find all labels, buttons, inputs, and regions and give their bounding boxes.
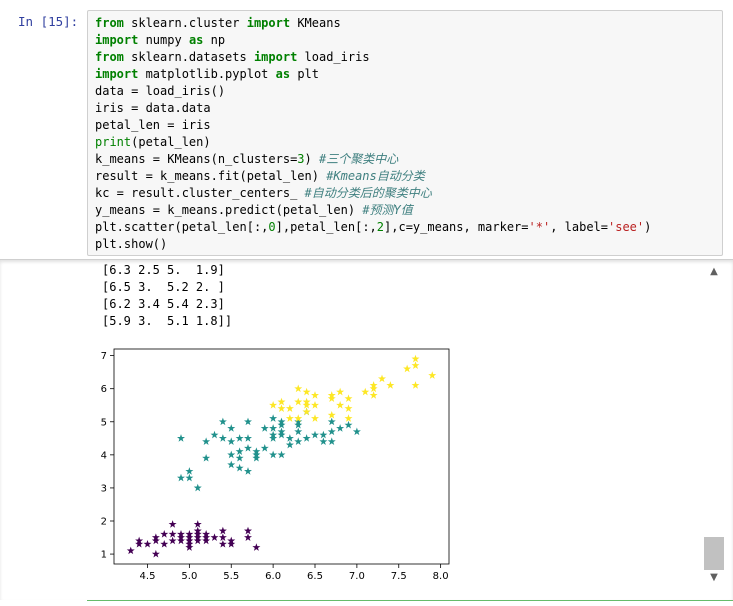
x-tick-label: 8.0 (433, 571, 449, 582)
code-line: k_means = KMeans(n_clusters=3) #三个聚类中心 (95, 152, 399, 166)
scroll-down-icon[interactable]: ▼ (704, 572, 724, 588)
code-line: result = k_means.fit(petal_len) #Kmeans自… (95, 169, 425, 183)
x-tick-label: 7.5 (391, 571, 407, 582)
code-line: from sklearn.cluster import KMeans (95, 16, 341, 30)
scrollbar-thumb[interactable] (704, 537, 724, 570)
code-line: print(petal_len) (95, 135, 211, 149)
scroll-up-icon[interactable]: ▲ (704, 266, 724, 282)
y-tick-label: 4 (101, 450, 107, 461)
code-line: iris = data.data (95, 101, 211, 115)
y-tick-label: 5 (101, 417, 107, 428)
x-tick-label: 4.5 (140, 571, 156, 582)
output-text: [6.3 2.5 5. 1.9] [6.5 3. 5.2 2. ] [6.2 3… (102, 262, 232, 330)
code-line: data = load_iris() (95, 84, 226, 98)
output-line: [6.3 2.5 5. 1.9] (102, 263, 225, 277)
x-tick-label: 6.5 (307, 571, 323, 582)
code-lines: from sklearn.cluster import KMeans impor… (95, 15, 651, 253)
y-tick-label: 6 (101, 384, 107, 395)
output-scrollbar[interactable]: ▲ ▼ (704, 262, 724, 592)
code-line: plt.show() (95, 237, 168, 251)
output-line: [5.9 3. 5.1 1.8]] (102, 314, 233, 328)
code-editor[interactable]: from sklearn.cluster import KMeans impor… (87, 10, 723, 256)
output-line: [6.5 3. 5.2 2. ] (102, 280, 225, 294)
y-tick-label: 3 (101, 483, 107, 494)
code-line: kc = result.cluster_centers_ #自动分类后的聚类中心 (95, 186, 432, 200)
output-line: [6.2 3.4 5.4 2.3] (102, 297, 225, 311)
y-tick-label: 1 (101, 550, 107, 561)
cell-prompt: In [15]: (18, 14, 79, 29)
code-line: import matplotlib.pyplot as plt (95, 67, 319, 81)
y-tick-label: 2 (101, 517, 107, 528)
next-cell-border (87, 600, 733, 601)
code-line: petal_len = iris (95, 118, 211, 132)
code-line: import numpy as np (95, 33, 226, 47)
x-tick-label: 5.0 (181, 571, 197, 582)
scatter-plot: 4.5 5.0 5.5 6.0 6.5 7.0 7.5 8.0 1 2 3 4 5 6 7 (101, 348, 450, 582)
code-line: plt.scatter(petal_len[:,0],petal_len[:,2… (95, 220, 652, 234)
code-line: from sklearn.datasets import load_iris (95, 50, 370, 64)
x-tick-label: 7.0 (349, 571, 365, 582)
x-tick-label: 5.5 (223, 571, 239, 582)
code-line: y_means = k_means.predict(petal_len) #预测… (95, 203, 413, 217)
x-tick-label: 6.0 (265, 571, 281, 582)
y-tick-label: 7 (101, 351, 107, 362)
